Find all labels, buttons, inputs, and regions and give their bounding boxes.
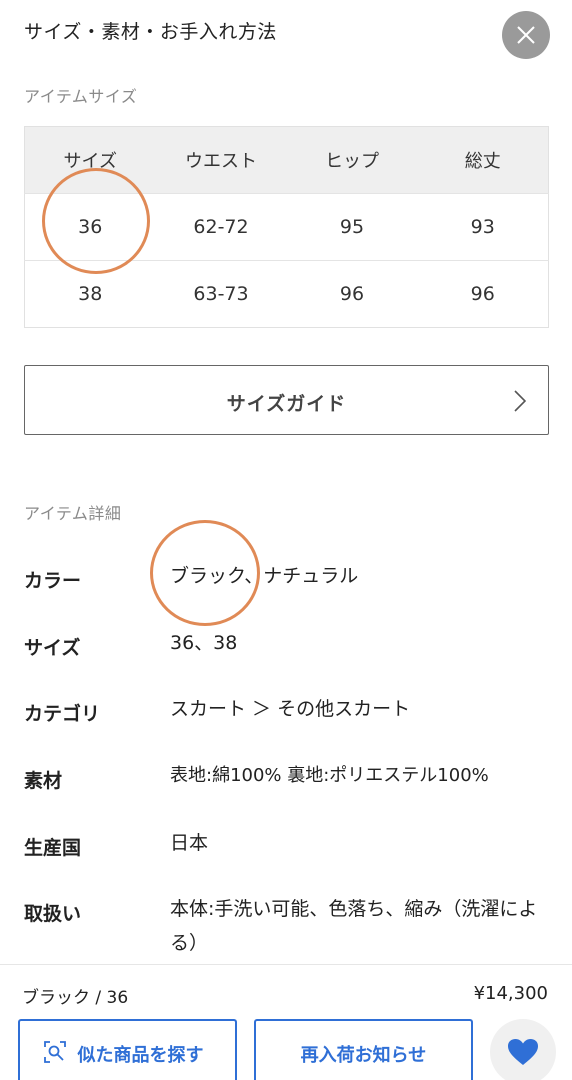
size-table: サイズ ウエスト ヒップ 総丈 36 62-72 95 93 38 63-73 … xyxy=(24,126,549,328)
table-cell: 63-73 xyxy=(155,260,287,328)
detail-value: 本体:手洗い可能、色落ち、縮み（洗濯による） xyxy=(170,898,538,954)
detail-key: カテゴリ xyxy=(24,703,101,725)
close-icon xyxy=(517,26,535,44)
detail-key: カラー xyxy=(24,570,82,592)
table-cell: 93 xyxy=(417,193,549,261)
detail-key: サイズ xyxy=(24,637,81,659)
table-row: 36 62-72 95 93 xyxy=(24,193,549,261)
item-detail-label: アイテム詳細 xyxy=(24,504,122,523)
table-cell: 36 xyxy=(24,193,156,261)
chevron-right-icon xyxy=(514,390,526,412)
item-size-label: アイテムサイズ xyxy=(24,87,138,106)
header: サイズ・素材・お手入れ方法 xyxy=(0,0,572,62)
bottom-bar: ブラック / 36 ¥14,300 似た商品を探す 再入荷お知らせ xyxy=(0,964,572,1080)
favorite-button[interactable] xyxy=(490,1019,556,1080)
detail-value: 日本 xyxy=(170,832,209,854)
detail-value: 36、38 xyxy=(170,632,238,654)
page-title: サイズ・素材・お手入れ方法 xyxy=(24,21,277,43)
detail-value: ブラック、ナチュラル xyxy=(170,565,359,587)
table-cell: 38 xyxy=(24,260,156,328)
table-cell: 96 xyxy=(417,260,549,328)
table-cell: 96 xyxy=(286,260,418,328)
size-guide-label: サイズガイド xyxy=(226,393,347,415)
table-row: 38 63-73 96 96 xyxy=(24,260,549,328)
column-header: サイズ xyxy=(24,126,156,194)
table-cell: 95 xyxy=(286,193,418,261)
detail-value: 表地:綿100% 裏地:ポリエステル100% xyxy=(170,765,489,786)
detail-key: 生産国 xyxy=(24,837,82,859)
price: ¥14,300 xyxy=(473,983,548,1004)
table-cell: 62-72 xyxy=(155,193,287,261)
close-button[interactable] xyxy=(502,11,550,59)
selected-variant: ブラック / 36 xyxy=(22,988,129,1008)
column-header: 総丈 xyxy=(417,126,549,194)
column-header: ウエスト xyxy=(155,126,287,194)
restock-notify-button[interactable]: 再入荷お知らせ xyxy=(254,1019,473,1080)
restock-notify-label: 再入荷お知らせ xyxy=(300,1045,427,1066)
heart-icon xyxy=(508,1039,538,1065)
detail-key: 取扱い xyxy=(24,903,82,925)
column-header: ヒップ xyxy=(286,126,418,194)
table-header-row: サイズ ウエスト ヒップ 総丈 xyxy=(24,126,549,194)
detail-value: スカート ＞ その他スカート xyxy=(170,698,411,720)
detail-key: 素材 xyxy=(24,770,63,792)
find-similar-button[interactable]: 似た商品を探す xyxy=(18,1019,237,1080)
find-similar-label: 似た商品を探す xyxy=(77,1045,204,1066)
size-guide-button[interactable]: サイズガイド xyxy=(24,365,549,435)
